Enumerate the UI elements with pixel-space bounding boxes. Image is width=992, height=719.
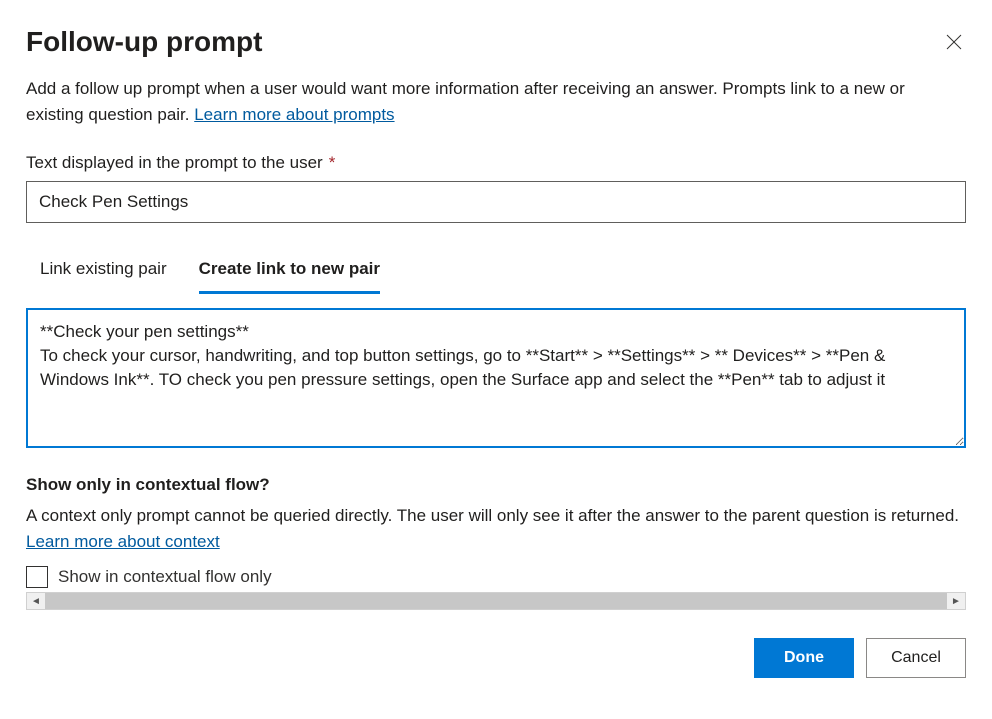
display-text-label: Text displayed in the prompt to the user… <box>26 153 966 173</box>
scroll-right-arrow[interactable]: ► <box>947 593 965 609</box>
close-button[interactable] <box>942 30 966 54</box>
dialog-title: Follow-up prompt <box>26 26 262 58</box>
description-text: Add a follow up prompt when a user would… <box>26 79 905 124</box>
tab-row: Link existing pair Create link to new pa… <box>26 247 966 294</box>
contextual-heading: Show only in contextual flow? <box>26 475 966 495</box>
contextual-description: A context only prompt cannot be queried … <box>26 503 966 554</box>
tab-create-new[interactable]: Create link to new pair <box>199 247 380 294</box>
close-icon <box>946 34 962 50</box>
horizontal-scrollbar[interactable]: ◄ ► <box>26 592 966 610</box>
required-indicator: * <box>329 153 336 173</box>
done-button[interactable]: Done <box>754 638 854 678</box>
learn-more-context-link[interactable]: Learn more about context <box>26 532 220 551</box>
answer-textarea[interactable] <box>26 308 966 448</box>
dialog-description: Add a follow up prompt when a user would… <box>26 76 966 127</box>
tab-link-existing[interactable]: Link existing pair <box>40 247 167 294</box>
contextual-text: A context only prompt cannot be queried … <box>26 506 959 525</box>
scroll-left-arrow[interactable]: ◄ <box>27 593 45 609</box>
scroll-track[interactable] <box>45 593 947 609</box>
display-text-label-text: Text displayed in the prompt to the user <box>26 153 323 173</box>
display-text-input[interactable] <box>26 181 966 223</box>
learn-more-prompts-link[interactable]: Learn more about prompts <box>194 105 394 124</box>
contextual-checkbox-label: Show in contextual flow only <box>58 567 272 587</box>
cancel-button[interactable]: Cancel <box>866 638 966 678</box>
contextual-checkbox[interactable] <box>26 566 48 588</box>
